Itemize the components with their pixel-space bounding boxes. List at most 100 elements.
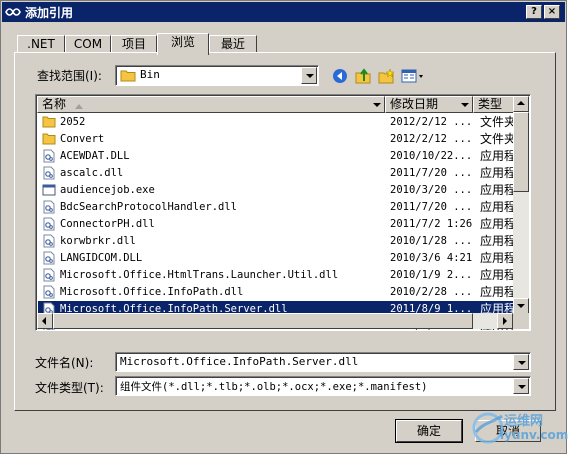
- tab-dotnet[interactable]: .NET: [17, 35, 65, 53]
- row-name: ConnectorPH.dll: [60, 218, 155, 230]
- row-name: ACEWDAT.DLL: [60, 150, 130, 162]
- visual-studio-icon: [5, 5, 21, 19]
- filetype-dropdown-button[interactable]: [513, 378, 529, 394]
- row-date: 2012/2/12 ...: [390, 133, 473, 145]
- exe-file-icon: [42, 183, 56, 197]
- row-type: 应用程: [480, 149, 517, 163]
- table-row[interactable]: ACEWDAT.DLL 2010/10/22... 应用程: [38, 148, 517, 165]
- watermark-line2: iyunv.com: [500, 428, 569, 442]
- dll-file-icon: [42, 200, 56, 214]
- row-name: 2052: [60, 116, 86, 128]
- row-date: 2010/3/20 ...: [390, 184, 473, 196]
- file-list[interactable]: 名称 修改日期 类型 2052 2012/2/12 ... 文件夹 Convert 20…: [35, 94, 531, 331]
- view-menu-icon[interactable]: [400, 67, 426, 85]
- dll-file-icon: [42, 217, 56, 231]
- new-folder-icon[interactable]: [377, 67, 395, 85]
- row-name: audiencejob.exe: [60, 184, 155, 196]
- table-row[interactable]: LANGIDCOM.DLL 2010/3/6 4:21 应用程: [38, 250, 517, 267]
- filename-label: 文件名(N):: [35, 356, 94, 370]
- file-rows: 2052 2012/2/12 ... 文件夹 Convert 2012/2/12 ...…: [38, 114, 517, 330]
- row-name: LANGIDCOM.DLL: [60, 252, 143, 264]
- table-row[interactable]: BdcSearchProtocolHandler.dll 2011/7/20 ..…: [38, 199, 517, 216]
- lookin-label: 查找范围(I):: [37, 69, 102, 83]
- horizontal-scrollbar[interactable]: [37, 313, 513, 329]
- dll-file-icon: [42, 251, 56, 265]
- row-type: 应用程: [480, 166, 517, 180]
- help-button[interactable]: ?: [526, 5, 542, 19]
- dll-file-icon: [42, 268, 56, 282]
- folder-icon: [42, 115, 56, 129]
- dll-file-icon: [42, 166, 56, 180]
- ok-button[interactable]: 确定: [395, 419, 463, 443]
- tab-recent[interactable]: 最近: [209, 35, 257, 53]
- column-header-name[interactable]: 名称: [37, 96, 385, 113]
- horizontal-scroll-thumb[interactable]: [53, 313, 473, 329]
- row-type: 应用程: [480, 285, 517, 299]
- table-row[interactable]: ascalc.dll 2011/7/20 ... 应用程: [38, 165, 517, 182]
- table-row[interactable]: Microsoft.Office.InfoPath.dll 2010/2/28 .…: [38, 284, 517, 301]
- lookin-combo[interactable]: Bin: [115, 65, 319, 86]
- row-date: 2011/7/20 ...: [390, 167, 473, 179]
- scroll-left-button[interactable]: [37, 313, 53, 329]
- filetype-value: 组件文件(*.dll;*.tlb;*.olb;*.ocx;*.exe;*.man…: [120, 381, 428, 393]
- filename-value[interactable]: Microsoft.Office.InfoPath.Server.dll: [120, 355, 358, 368]
- row-name: Microsoft.Office.InfoPath.dll: [60, 286, 244, 298]
- column-header-date[interactable]: 修改日期: [385, 96, 473, 113]
- dll-file-icon: [42, 149, 56, 163]
- scroll-right-button[interactable]: [497, 313, 513, 329]
- row-name: Microsoft.Office.HtmlTrans.Launcher.Util…: [60, 269, 339, 281]
- sort-ascending-icon: [74, 99, 84, 112]
- watermark: 运维网 iyunv.com: [470, 408, 568, 448]
- row-type: 应用程: [480, 183, 517, 197]
- row-date: 2010/1/9 2...: [390, 269, 473, 281]
- table-row[interactable]: korwbrkr.dll 2010/1/28 ... 应用程: [38, 233, 517, 250]
- tab-com[interactable]: COM: [65, 35, 111, 53]
- filename-combo[interactable]: Microsoft.Office.InfoPath.Server.dll: [115, 352, 531, 372]
- row-type: 文件夹: [480, 132, 517, 146]
- row-type: 应用程: [480, 234, 517, 248]
- filetype-label: 文件类型(T):: [35, 381, 104, 395]
- filetype-combo[interactable]: 组件文件(*.dll;*.tlb;*.olb;*.ocx;*.exe;*.man…: [115, 376, 531, 396]
- dll-file-icon: [42, 234, 56, 248]
- row-name: Convert: [60, 133, 105, 145]
- lookin-dropdown-button[interactable]: [301, 67, 317, 84]
- row-date: 2010/1/28 ...: [390, 235, 473, 247]
- table-row[interactable]: Microsoft.Office.HtmlTrans.Launcher.Util…: [38, 267, 517, 284]
- row-name: ascalc.dll: [60, 167, 124, 179]
- back-icon[interactable]: [331, 67, 349, 85]
- add-reference-dialog: 添加引用 ? × .NET COM 项目 浏览 最近 查找范围(I): Bin …: [0, 0, 567, 454]
- row-type: 文件夹: [480, 115, 517, 129]
- vertical-scroll-thumb[interactable]: [513, 112, 529, 192]
- scroll-down-button[interactable]: [513, 298, 529, 314]
- row-date: 2010/2/28 ...: [390, 286, 473, 298]
- watermark-line1: 运维网: [504, 414, 544, 429]
- row-type: 应用程: [480, 268, 517, 282]
- scroll-up-button[interactable]: [513, 96, 529, 112]
- row-name: korwbrkr.dll: [60, 235, 136, 247]
- up-folder-icon[interactable]: [354, 67, 372, 85]
- table-row[interactable]: audiencejob.exe 2010/3/20 ... 应用程: [38, 182, 517, 199]
- dll-file-icon: [42, 285, 56, 299]
- lookin-value: Bin: [140, 68, 160, 81]
- table-row[interactable]: ConnectorPH.dll 2011/7/2 1:26 应用程: [38, 216, 517, 233]
- close-button[interactable]: ×: [544, 5, 560, 19]
- row-date: 2011/7/20 ...: [390, 201, 473, 213]
- scrollbar-corner: [513, 313, 529, 329]
- filename-dropdown-button[interactable]: [513, 354, 529, 370]
- folder-icon: [42, 132, 56, 146]
- window-title: 添加引用: [25, 5, 74, 20]
- vertical-scrollbar[interactable]: [513, 96, 529, 314]
- row-type: 应用程: [480, 251, 517, 265]
- folder-icon: [120, 69, 136, 85]
- column-date-dropdown-icon[interactable]: [459, 98, 471, 111]
- row-date: 2011/7/2 1:26: [390, 218, 473, 230]
- row-date: 2010/10/22...: [390, 150, 473, 162]
- table-row[interactable]: 2052 2012/2/12 ... 文件夹: [38, 114, 517, 131]
- table-row[interactable]: Convert 2012/2/12 ... 文件夹: [38, 131, 517, 148]
- tab-projects[interactable]: 项目: [111, 35, 157, 53]
- tab-browse[interactable]: 浏览: [157, 33, 209, 55]
- column-name-dropdown-icon[interactable]: [371, 98, 383, 111]
- row-type: 应用程: [480, 200, 517, 214]
- row-type: 应用程: [480, 217, 517, 231]
- column-header-type[interactable]: 类型: [473, 96, 517, 113]
